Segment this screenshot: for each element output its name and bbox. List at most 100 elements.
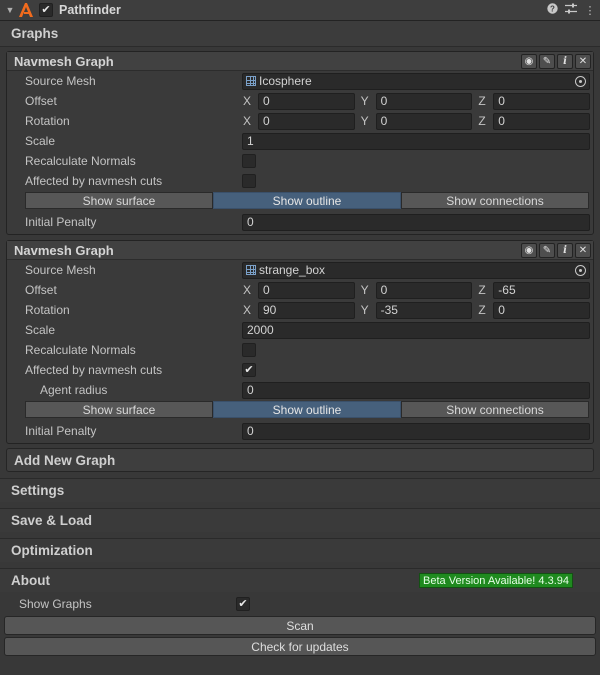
rotation-x-field[interactable]: 0 [257, 112, 355, 130]
rotation-y-field[interactable]: -35 [375, 301, 473, 319]
source-mesh-row: Source Mesh strange_box [7, 260, 593, 280]
recalculate-normals-row: Recalculate Normals [7, 340, 593, 360]
recalculate-normals-checkbox[interactable] [242, 343, 256, 357]
component-title: Pathfinder [59, 3, 121, 17]
show-connections-button[interactable]: Show connections [401, 192, 589, 209]
scale-row: Scale 1 [7, 131, 593, 151]
rotation-z-field[interactable]: 0 [493, 112, 591, 130]
recalculate-normals-label: Recalculate Normals [25, 154, 136, 168]
close-icon[interactable]: ✕ [575, 242, 591, 258]
offset-y-field[interactable]: 0 [375, 92, 473, 110]
source-mesh-label: Source Mesh [25, 263, 96, 277]
settings-label: Settings [11, 483, 65, 498]
about-section-header[interactable]: About Beta Version Available! 4.3.94 [0, 568, 600, 592]
offset-label: Offset [25, 283, 57, 297]
rotation-row: Rotation X 90 Y -35 Z 0 [7, 300, 593, 320]
show-outline-button[interactable]: Show outline [213, 192, 401, 209]
mesh-icon [246, 265, 256, 275]
add-new-graph-button[interactable]: Add New Graph [6, 448, 594, 472]
axis-y-label: Y [360, 282, 369, 297]
object-picker-icon[interactable] [575, 75, 586, 87]
graphs-section-header[interactable]: Graphs [0, 21, 600, 47]
show-connections-button[interactable]: Show connections [401, 401, 589, 418]
axis-z-label: Z [478, 93, 486, 108]
more-vertical-icon[interactable]: ⋮ [584, 4, 596, 17]
scan-button[interactable]: Scan [4, 616, 596, 635]
eye-icon[interactable]: ◉ [521, 53, 537, 69]
source-mesh-field[interactable]: Icosphere [242, 72, 590, 90]
graphs-section-label: Graphs [11, 26, 59, 41]
axis-z-label: Z [478, 113, 486, 128]
graph-title: Navmesh Graph [14, 242, 114, 258]
gizmo-toggle-row: Show surface Show outline Show connectio… [7, 192, 593, 211]
save-load-section-header[interactable]: Save & Load [0, 508, 600, 532]
agent-radius-row: Agent radius 0 [7, 380, 593, 400]
info-icon[interactable]: i [557, 242, 573, 258]
settings-section-header[interactable]: Settings [0, 478, 600, 502]
axis-y-label: Y [360, 113, 369, 128]
recalculate-normals-label: Recalculate Normals [25, 343, 136, 357]
offset-row: Offset X 0 Y 0 Z 0 [7, 91, 593, 111]
add-new-graph-label: Add New Graph [14, 452, 116, 468]
source-mesh-field[interactable]: strange_box [242, 261, 590, 279]
navmesh-cuts-row: Affected by navmesh cuts [7, 171, 593, 191]
scale-field[interactable]: 2000 [242, 321, 590, 339]
navmesh-cuts-label: Affected by navmesh cuts [25, 174, 163, 188]
svg-text:?: ? [550, 5, 555, 14]
offset-x-field[interactable]: 0 [257, 281, 355, 299]
close-icon[interactable]: ✕ [575, 53, 591, 69]
pencil-icon[interactable]: ✎ [539, 242, 555, 258]
axis-y-label: Y [360, 93, 369, 108]
foldout-arrow-icon[interactable]: ▼ [4, 5, 16, 15]
graph-header[interactable]: Navmesh Graph ◉ ✎ i ✕ [7, 241, 593, 260]
rotation-y-field[interactable]: 0 [375, 112, 473, 130]
sliders-icon[interactable] [565, 3, 577, 17]
rotation-x-field[interactable]: 90 [257, 301, 355, 319]
agent-radius-label: Agent radius [40, 383, 108, 397]
recalculate-normals-row: Recalculate Normals [7, 151, 593, 171]
initial-penalty-field[interactable]: 0 [242, 213, 590, 231]
object-picker-icon[interactable] [575, 264, 586, 276]
show-outline-button[interactable]: Show outline [213, 401, 401, 418]
show-graphs-checkbox[interactable]: ✔ [236, 597, 250, 611]
navmesh-graph-2: Navmesh Graph ◉ ✎ i ✕ Source Mesh strang… [6, 240, 594, 444]
offset-x-field[interactable]: 0 [257, 92, 355, 110]
recalculate-normals-checkbox[interactable] [242, 154, 256, 168]
offset-z-field[interactable]: -65 [493, 281, 591, 299]
source-mesh-value: Icosphere [259, 74, 312, 88]
rotation-label: Rotation [25, 114, 70, 128]
offset-z-field[interactable]: 0 [493, 92, 591, 110]
rotation-label: Rotation [25, 303, 70, 317]
initial-penalty-field[interactable]: 0 [242, 422, 590, 440]
scale-field[interactable]: 1 [242, 132, 590, 150]
offset-y-field[interactable]: 0 [375, 281, 473, 299]
mesh-icon [246, 76, 256, 86]
navmesh-cuts-checkbox[interactable] [242, 174, 256, 188]
show-surface-button[interactable]: Show surface [25, 401, 213, 418]
show-surface-button[interactable]: Show surface [25, 192, 213, 209]
graph-header[interactable]: Navmesh Graph ◉ ✎ i ✕ [7, 52, 593, 71]
offset-label: Offset [25, 94, 57, 108]
eye-icon[interactable]: ◉ [521, 242, 537, 258]
pencil-icon[interactable]: ✎ [539, 53, 555, 69]
save-load-label: Save & Load [11, 513, 93, 528]
show-graphs-label: Show Graphs [19, 597, 92, 611]
optimization-section-header[interactable]: Optimization [0, 538, 600, 562]
check-updates-button[interactable]: Check for updates [4, 637, 596, 656]
initial-penalty-row: Initial Penalty 0 [7, 421, 593, 441]
navmesh-cuts-checkbox[interactable]: ✔ [242, 363, 256, 377]
source-mesh-label: Source Mesh [25, 74, 96, 88]
agent-radius-field[interactable]: 0 [242, 381, 590, 399]
rotation-z-field[interactable]: 0 [493, 301, 591, 319]
graph-title: Navmesh Graph [14, 53, 114, 69]
axis-z-label: Z [478, 282, 486, 297]
source-mesh-value: strange_box [259, 263, 326, 277]
beta-version-badge[interactable]: Beta Version Available! 4.3.94 [419, 573, 573, 588]
initial-penalty-label: Initial Penalty [25, 215, 97, 229]
help-icon[interactable]: ? [546, 3, 558, 17]
axis-x-label: X [243, 302, 252, 317]
component-enabled-checkbox[interactable]: ✔ [39, 3, 53, 17]
axis-y-label: Y [360, 302, 369, 317]
info-icon[interactable]: i [557, 53, 573, 69]
astar-logo-icon [18, 2, 34, 18]
